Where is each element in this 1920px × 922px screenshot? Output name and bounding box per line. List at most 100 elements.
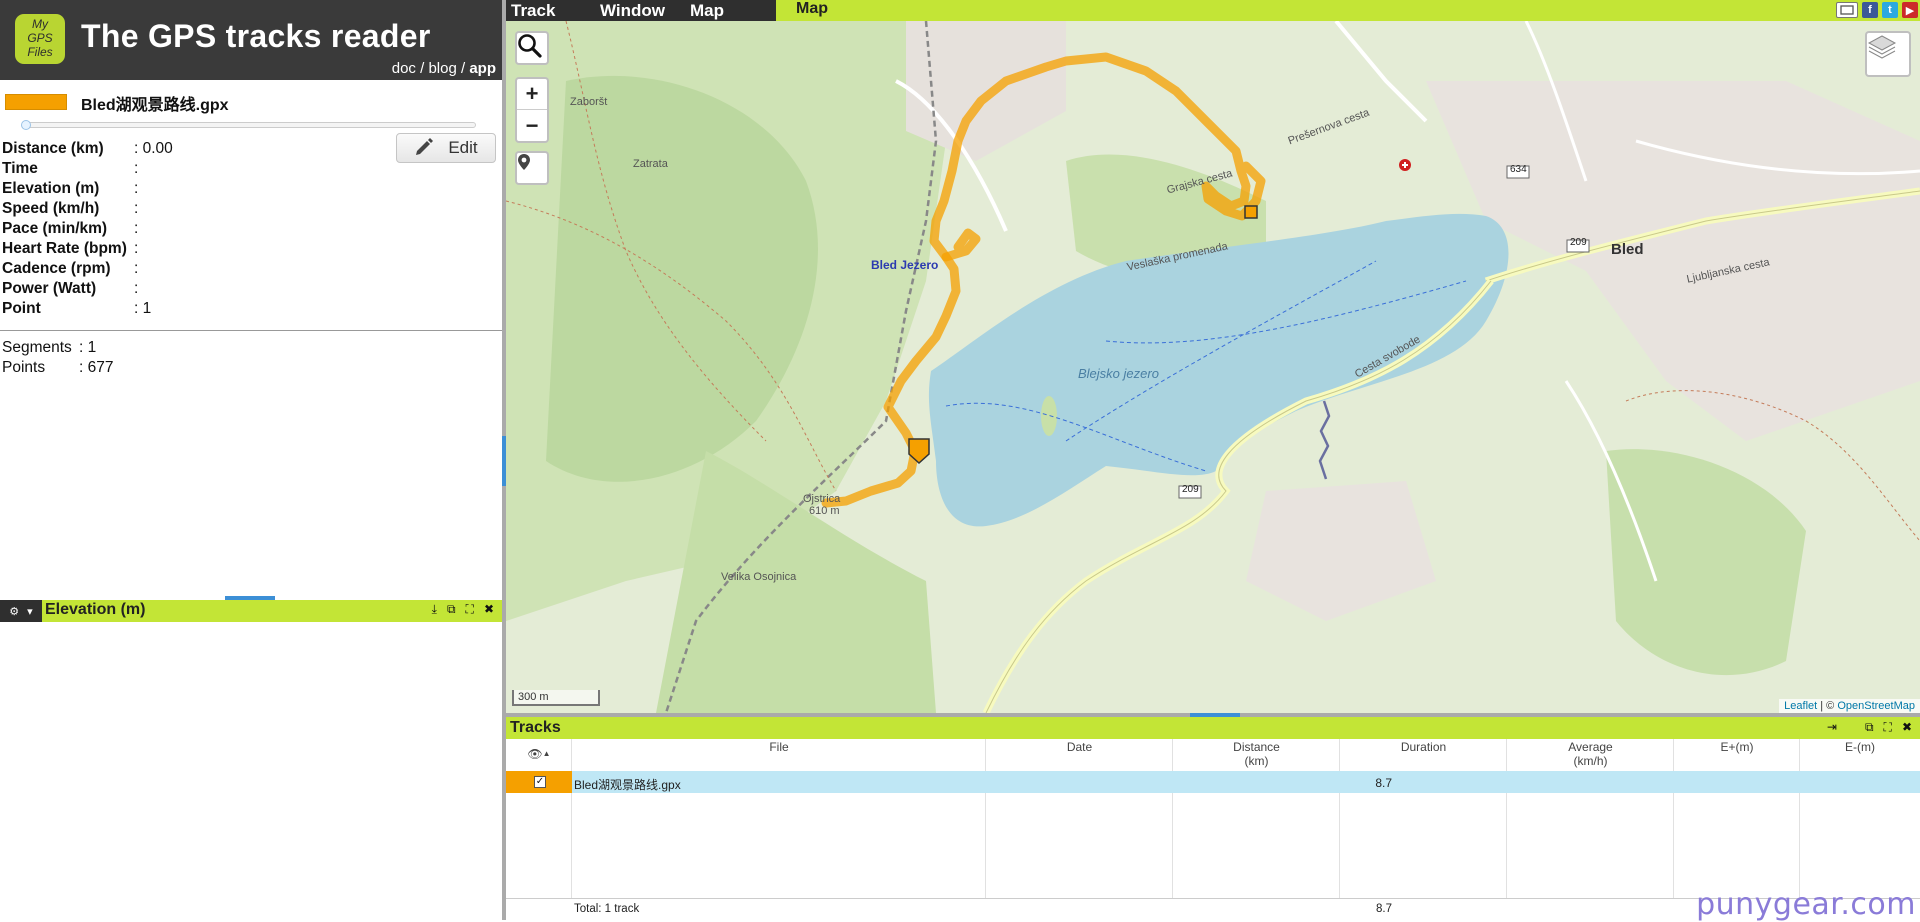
- track-color-swatch[interactable]: [5, 94, 67, 110]
- track-color-cell[interactable]: ✓: [506, 771, 572, 793]
- location-pin-icon: [518, 154, 530, 170]
- search-icon: [518, 34, 542, 58]
- tracks-panel-header: Tracks ⇥ ⧉ ⛶ ✖: [506, 717, 1920, 739]
- doc-link[interactable]: doc: [392, 60, 416, 77]
- fullscreen-icon[interactable]: [1836, 2, 1858, 18]
- summary-row: Points : 677: [2, 358, 113, 378]
- maximize-icon[interactable]: ⛶: [1884, 720, 1892, 735]
- header-file[interactable]: File: [572, 739, 986, 771]
- stat-value: :: [134, 200, 139, 217]
- stat-label: Speed (km/h): [2, 200, 100, 217]
- app-title: The GPS tracks reader: [81, 18, 431, 54]
- download-icon[interactable]: ⤓: [432, 602, 437, 617]
- menu-track[interactable]: Track: [511, 1, 555, 21]
- gear-icon[interactable]: ⚙: [9, 605, 19, 618]
- zoom-out-button[interactable]: −: [517, 110, 547, 141]
- app-link[interactable]: app: [469, 60, 496, 77]
- menu-map[interactable]: Map: [690, 1, 724, 21]
- edit-button-label: Edit: [448, 138, 478, 157]
- map-label-lake: Blejsko jezero: [1078, 366, 1159, 381]
- stat-label: Point: [2, 300, 41, 317]
- stat-value: :: [134, 220, 139, 237]
- link-separator: /: [415, 60, 429, 77]
- track-summary: Segments: 1 Points : 677: [2, 338, 113, 378]
- header-e-minus[interactable]: E-(m): [1800, 739, 1920, 771]
- header-average-label: Average: [1568, 740, 1613, 754]
- map-label-ojstrica: Ojstrica: [803, 493, 841, 505]
- visibility-header[interactable]: 👁▲: [506, 739, 572, 771]
- twitter-icon[interactable]: t: [1882, 2, 1898, 18]
- collapse-icon[interactable]: ⇥: [1827, 720, 1837, 735]
- map-label-road-209-south: 209: [1182, 484, 1199, 495]
- summary-row: Segments: 1: [2, 338, 113, 358]
- stat-row: Distance (km): 0.00: [2, 139, 173, 159]
- layers-button[interactable]: [1865, 31, 1911, 77]
- track-name: Bled湖观景路线.gpx: [81, 97, 229, 114]
- tracks-table: 👁▲ File Date Distance (km) Duration Aver…: [506, 739, 1920, 922]
- caret-down-icon[interactable]: ▾: [27, 605, 33, 618]
- total-distance: 8.7: [1376, 903, 1392, 915]
- blog-link[interactable]: blog: [428, 60, 456, 77]
- stat-label: Heart Rate (bpm): [2, 240, 127, 257]
- leaflet-link[interactable]: Leaflet: [1784, 700, 1817, 712]
- sort-arrow-icon: ▲: [542, 749, 551, 758]
- youtube-icon[interactable]: ▶: [1902, 2, 1918, 18]
- header-distance-unit: (km): [1244, 754, 1269, 768]
- point-slider[interactable]: [24, 122, 476, 128]
- map-view[interactable]: Bled Jezero Bled Blejsko jezero Zaboršt …: [506, 21, 1920, 713]
- map-label-ojstrica-elevation: 610 m: [809, 505, 840, 517]
- close-icon[interactable]: ✖: [484, 602, 494, 617]
- locate-button[interactable]: [515, 151, 549, 185]
- header-date[interactable]: Date: [986, 739, 1173, 771]
- map-tiles: [506, 21, 1920, 713]
- header-average[interactable]: Average (km/h): [1507, 739, 1674, 771]
- logo-line-3: Files: [27, 45, 53, 59]
- map-search-button[interactable]: [515, 31, 549, 65]
- stat-value: : 0.00: [134, 140, 173, 157]
- popout-icon[interactable]: ⧉: [447, 602, 456, 617]
- pencil-icon: [414, 136, 434, 161]
- stat-label: Pace (min/km): [2, 220, 108, 237]
- tracks-panel-controls: ⇥ ⧉ ⛶ ✖: [1827, 720, 1912, 735]
- openstreetmap-link[interactable]: OpenStreetMap: [1837, 700, 1915, 712]
- row-distance: 8.7: [1375, 776, 1392, 790]
- track-visibility-checkbox[interactable]: ✓: [534, 776, 546, 788]
- menu-window[interactable]: Window: [600, 1, 665, 21]
- table-row[interactable]: ✓ Bled湖观景路线.gpx 8.7: [506, 771, 1920, 793]
- logo-line-1: My: [32, 17, 48, 31]
- stat-row: Heart Rate (bpm):: [2, 239, 173, 259]
- map-label-zatrata: Zatrata: [633, 158, 668, 170]
- header-distance-label: Distance: [1233, 740, 1280, 754]
- divider: [0, 330, 502, 331]
- stat-row: Cadence (rpm):: [2, 259, 173, 279]
- slider-handle[interactable]: [21, 120, 31, 130]
- menu-bar: Track Window Map Map f t ▶: [506, 0, 1920, 21]
- header-duration[interactable]: Duration: [1340, 739, 1507, 771]
- edit-button[interactable]: Edit: [396, 133, 496, 163]
- track-stats: Distance (km): 0.00 Time: Elevation (m): Sp…: [2, 139, 173, 319]
- link-separator: /: [456, 60, 470, 77]
- layers-icon: [1867, 35, 1897, 59]
- maximize-icon[interactable]: ⛶: [466, 602, 474, 617]
- social-links: f t ▶: [1836, 2, 1918, 18]
- stat-value: :: [134, 260, 139, 277]
- summary-value: : 677: [79, 359, 114, 376]
- app-logo[interactable]: My GPS Files: [15, 14, 65, 64]
- summary-label: Points: [2, 359, 46, 376]
- elevation-settings[interactable]: ⚙ ▾: [0, 600, 42, 622]
- header-distance[interactable]: Distance (km): [1173, 739, 1340, 771]
- stat-value: :: [134, 160, 139, 177]
- elevation-panel-title: Elevation (m): [45, 601, 146, 618]
- stat-row: Time:: [2, 159, 173, 179]
- eye-icon[interactable]: 👁: [527, 747, 542, 761]
- close-icon[interactable]: ✖: [1902, 720, 1912, 735]
- tracks-panel-title: Tracks: [510, 719, 561, 736]
- popout-icon[interactable]: ⧉: [1865, 720, 1874, 735]
- stat-label: Cadence (rpm): [2, 260, 111, 277]
- stat-label: Time: [2, 160, 38, 177]
- facebook-icon[interactable]: f: [1862, 2, 1878, 18]
- summary-label: Segments: [2, 339, 72, 356]
- zoom-in-button[interactable]: +: [517, 79, 547, 110]
- header-e-plus[interactable]: E+(m): [1674, 739, 1800, 771]
- tab-map[interactable]: Map: [796, 0, 828, 18]
